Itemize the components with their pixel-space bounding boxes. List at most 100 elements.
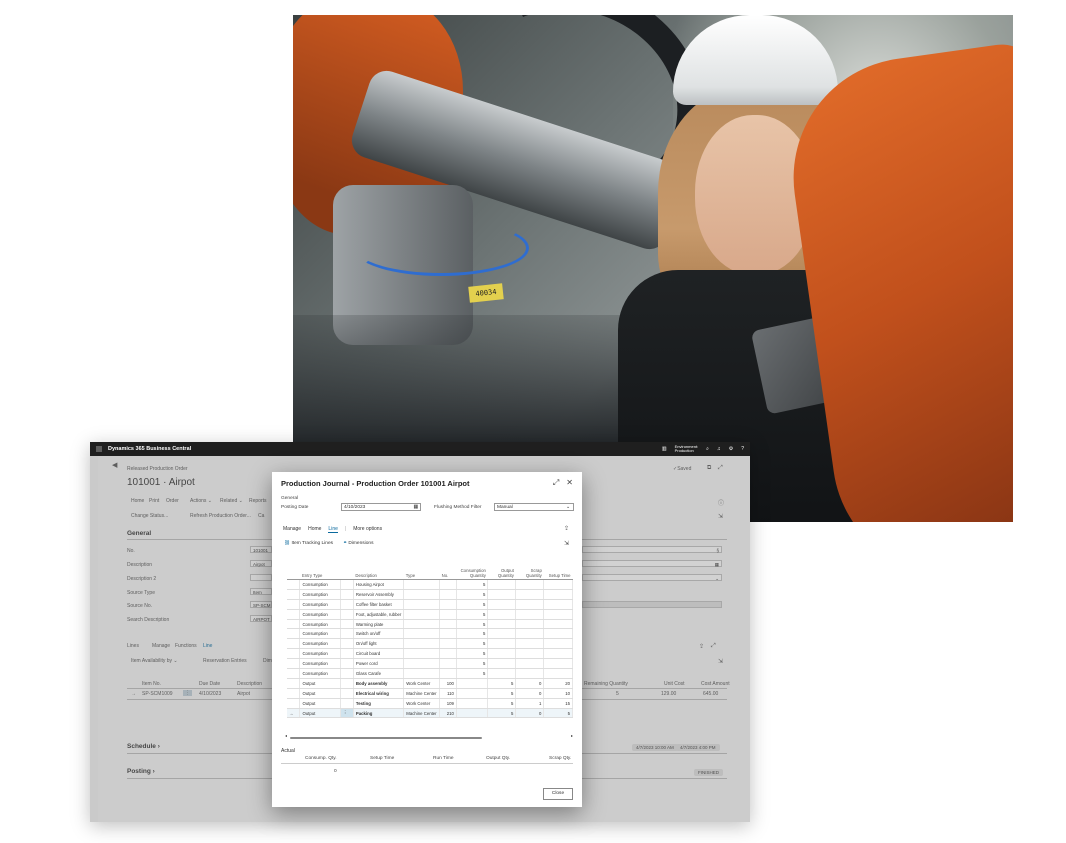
cell-scrap[interactable] [515, 609, 545, 620]
cell-cons[interactable] [456, 708, 489, 719]
cell-setup[interactable] [543, 658, 573, 670]
journal-row[interactable]: Output Electrical wiring Machine Center 110… [287, 688, 573, 699]
cell-out[interactable]: 5 [487, 708, 517, 719]
cell-out[interactable] [487, 579, 517, 590]
cell-no[interactable] [439, 638, 457, 650]
cell-entry[interactable]: Consumption [299, 589, 341, 600]
cell-cons[interactable]: 5 [456, 628, 489, 640]
row-menu-cell[interactable] [340, 579, 354, 590]
cell-entry[interactable]: Consumption [299, 579, 341, 590]
cell-no[interactable] [439, 619, 457, 630]
cell-entry[interactable]: Output [299, 708, 341, 719]
row-menu-cell[interactable] [340, 609, 354, 620]
cell-entry[interactable]: Output [299, 698, 341, 709]
cell-scrap[interactable] [515, 628, 545, 640]
row-menu-cell[interactable] [340, 698, 354, 709]
row-arrow-icon[interactable]: → [287, 708, 301, 719]
cell-entry[interactable]: Output [299, 678, 341, 689]
row-select-cell[interactable] [287, 648, 301, 660]
cell-type[interactable] [403, 638, 441, 650]
cell-entry[interactable]: Consumption [299, 599, 341, 610]
cell-setup[interactable]: 10 [543, 688, 573, 699]
journal-row[interactable]: Consumption Housing Airpot 5 [287, 579, 573, 590]
row-menu-cell[interactable] [340, 648, 354, 660]
row-select-cell[interactable] [287, 638, 301, 650]
close-icon[interactable]: ✕ [566, 478, 573, 488]
cell-no[interactable]: 210 [439, 708, 457, 719]
row-menu-cell[interactable] [340, 589, 354, 600]
cell-setup[interactable]: 5 [543, 708, 573, 719]
cell-no[interactable]: 100 [439, 678, 457, 689]
row-menu-icon[interactable]: ⋮ [340, 708, 354, 719]
row-select-cell[interactable] [287, 619, 301, 630]
dimensions-button[interactable]: ⚭ Dimensions [343, 541, 373, 546]
cell-desc[interactable]: Packing [353, 708, 405, 719]
cell-scrap[interactable] [515, 658, 545, 670]
cell-no[interactable] [439, 648, 457, 660]
journal-row[interactable]: Output Testing Work Center 109 5 1 15 [287, 698, 573, 709]
row-select-cell[interactable] [287, 628, 301, 640]
cell-type[interactable] [403, 609, 441, 620]
cell-desc[interactable]: Foot, adjustable, rubber [353, 609, 405, 620]
cell-no[interactable] [439, 609, 457, 620]
cell-type[interactable] [403, 579, 441, 590]
cell-out[interactable] [487, 619, 517, 630]
row-menu-cell[interactable] [340, 599, 354, 610]
cell-entry[interactable]: Consumption [299, 619, 341, 630]
cell-no[interactable]: 109 [439, 698, 457, 709]
cell-desc[interactable]: On/off light [353, 638, 405, 650]
cell-type[interactable]: Work Center [403, 678, 441, 689]
journal-row[interactable]: Consumption Circuit board 5 [287, 648, 573, 660]
menu-more-options[interactable]: More options [353, 526, 382, 533]
cell-cons[interactable]: 5 [456, 668, 489, 679]
cell-cons[interactable]: 5 [456, 658, 489, 670]
cell-type[interactable] [403, 628, 441, 640]
cell-setup[interactable]: 20 [543, 678, 573, 689]
cell-cons[interactable]: 5 [456, 589, 489, 600]
cell-no[interactable] [439, 668, 457, 679]
cell-desc[interactable]: Body assembly [353, 678, 405, 689]
calendar-icon[interactable]: ▦ [413, 504, 418, 512]
cell-no[interactable] [439, 589, 457, 600]
cell-desc[interactable]: Electrical wiring [353, 688, 405, 699]
cell-type[interactable]: Work Center [403, 698, 441, 709]
cell-setup[interactable] [543, 648, 573, 660]
cell-type[interactable] [403, 658, 441, 670]
expand-icon[interactable]: ⤢ [553, 478, 559, 488]
cell-no[interactable] [439, 658, 457, 670]
cell-out[interactable] [487, 648, 517, 660]
cell-cons[interactable]: 5 [456, 599, 489, 610]
journal-row[interactable]: Consumption Glass Carafe 5 [287, 668, 573, 679]
cell-entry[interactable]: Consumption [299, 609, 341, 620]
cell-scrap[interactable]: 0 [515, 708, 545, 719]
journal-row[interactable]: Consumption Coffee filter basket 5 [287, 599, 573, 610]
cell-scrap[interactable]: 0 [515, 678, 545, 689]
cell-cons[interactable] [456, 688, 489, 699]
scroll-left-icon[interactable]: ◂ [285, 733, 287, 738]
scrollbar-thumb[interactable] [290, 736, 482, 739]
row-select-cell[interactable] [287, 589, 301, 600]
cell-setup[interactable]: 15 [543, 698, 573, 709]
cell-entry[interactable]: Consumption [299, 638, 341, 650]
cell-scrap[interactable] [515, 638, 545, 650]
cell-desc[interactable]: Testing [353, 698, 405, 709]
close-button[interactable]: Close [543, 788, 573, 800]
cell-no[interactable]: 110 [439, 688, 457, 699]
cell-cons[interactable]: 5 [456, 648, 489, 660]
cell-desc[interactable]: Power cord [353, 658, 405, 670]
journal-row[interactable]: Output Body assembly Work Center 100 5 0 20 [287, 678, 573, 689]
cell-out[interactable] [487, 589, 517, 600]
journal-row[interactable]: Consumption Reservoir Assembly 5 [287, 589, 573, 600]
journal-row[interactable]: Consumption On/off light 5 [287, 638, 573, 650]
cell-type[interactable] [403, 648, 441, 660]
cell-desc[interactable]: Housing Airpot [353, 579, 405, 590]
cell-out[interactable] [487, 638, 517, 650]
row-select-cell[interactable] [287, 609, 301, 620]
menu-home[interactable]: Home [308, 526, 321, 533]
row-select-cell[interactable] [287, 688, 301, 699]
cell-scrap[interactable] [515, 599, 545, 610]
cell-out[interactable]: 5 [487, 678, 517, 689]
cell-entry[interactable]: Consumption [299, 628, 341, 640]
row-select-cell[interactable] [287, 698, 301, 709]
row-select-cell[interactable] [287, 658, 301, 670]
